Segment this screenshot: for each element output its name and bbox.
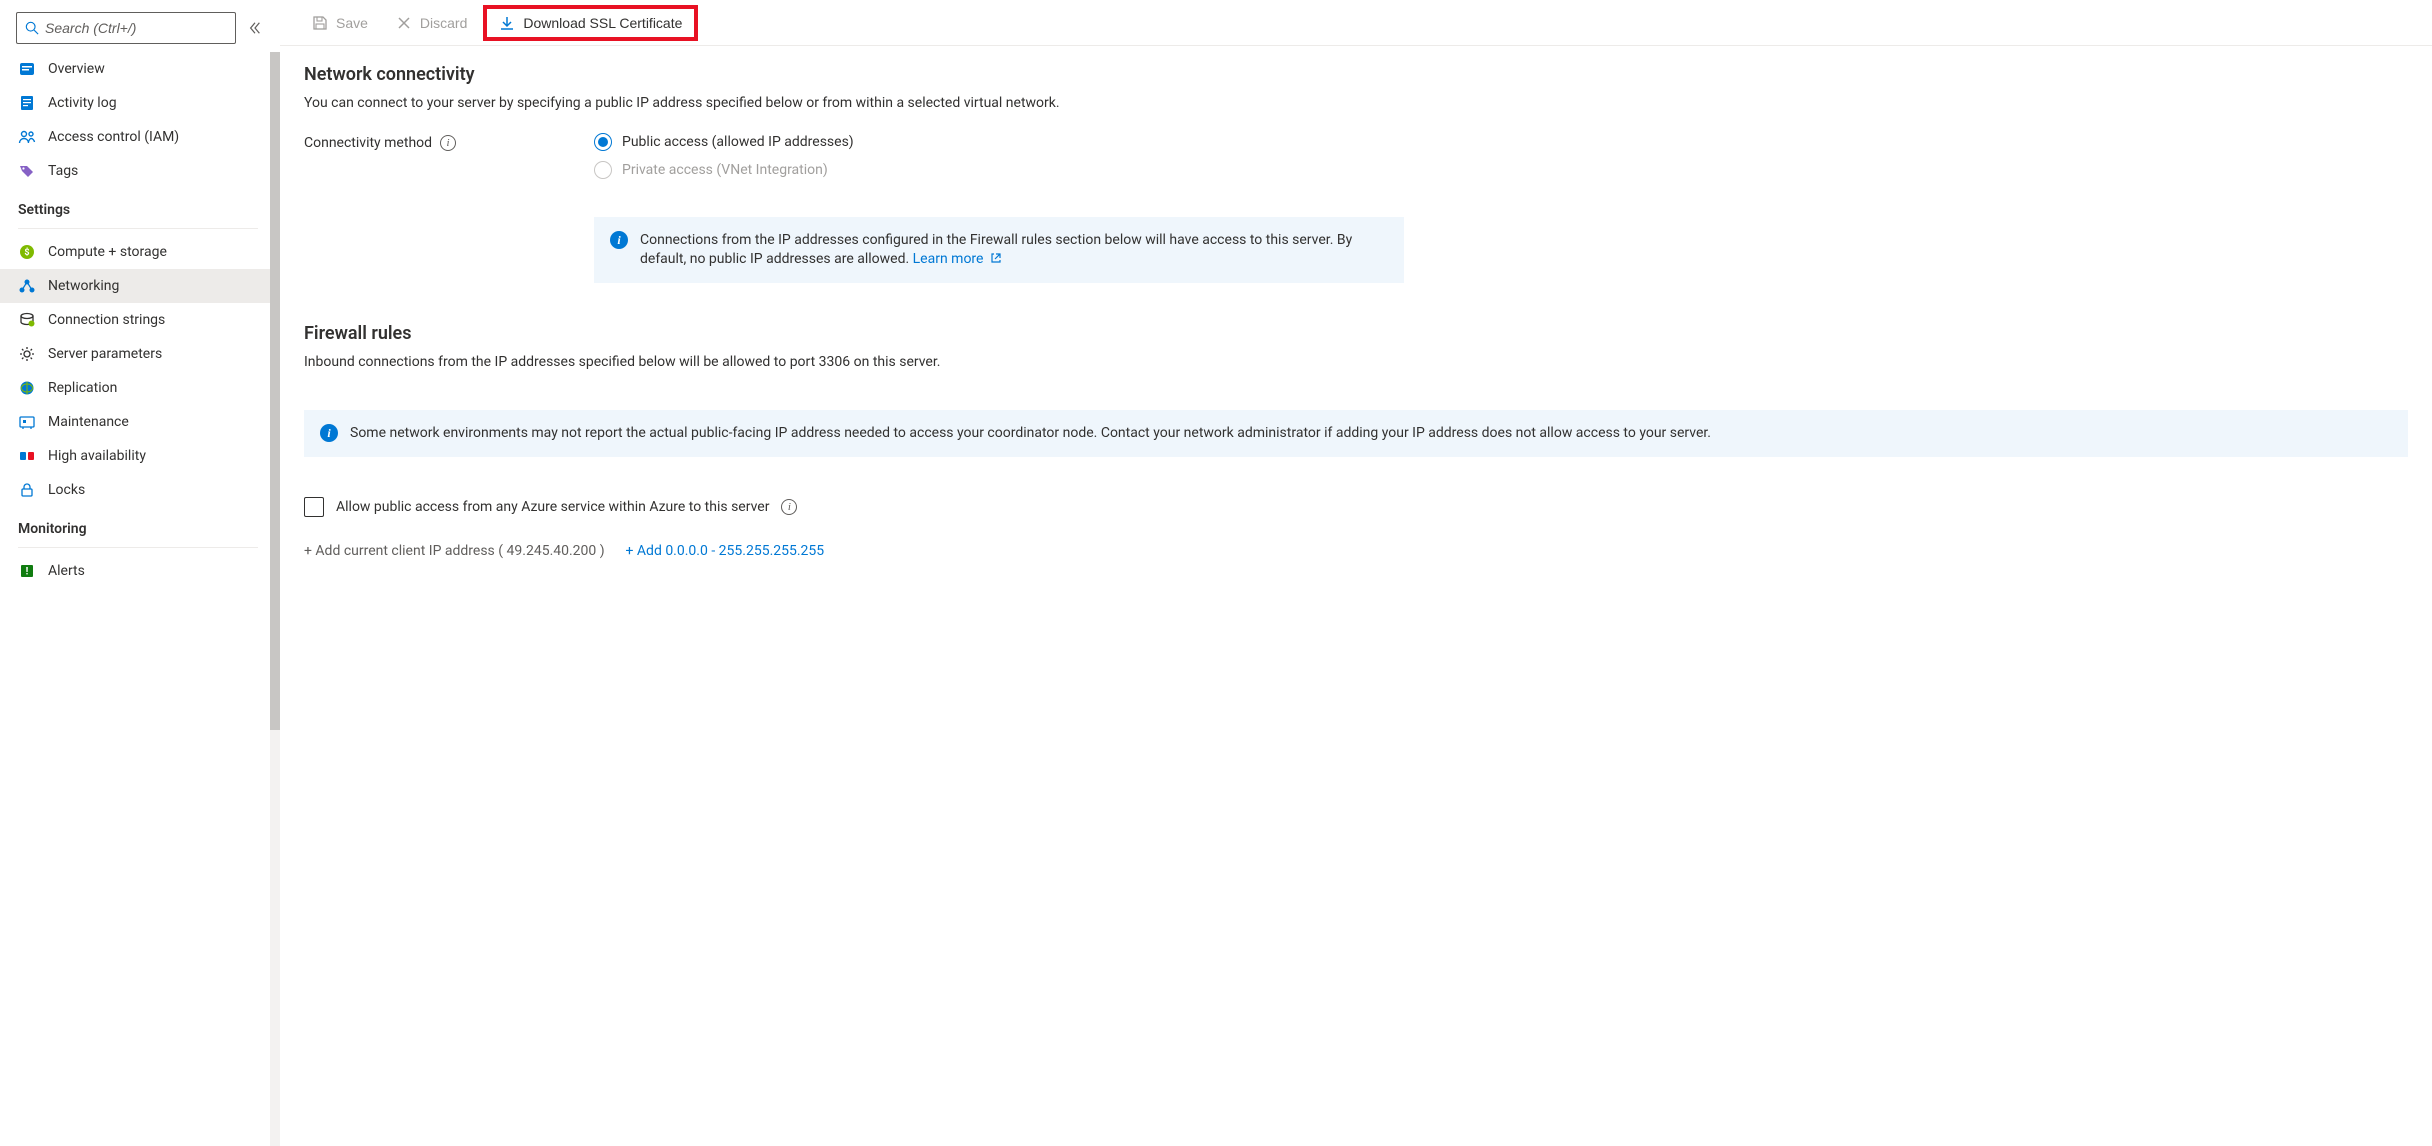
search-input[interactable]: [45, 20, 227, 36]
locks-icon: [18, 481, 36, 499]
add-firewall-rules-row: + Add current client IP address ( 49.245…: [304, 543, 2408, 559]
replication-icon: [18, 379, 36, 397]
server-parameters-icon: [18, 345, 36, 363]
info-callout-firewall-access: i Connections from the IP addresses conf…: [594, 217, 1404, 283]
discard-button[interactable]: Discard: [384, 9, 479, 37]
save-icon: [312, 15, 328, 31]
svg-text:!: !: [26, 567, 29, 578]
info-callout-network-env: i Some network environments may not repo…: [304, 410, 2408, 457]
sidebar-item-label: Connection strings: [48, 312, 165, 328]
allow-azure-label: Allow public access from any Azure servi…: [336, 499, 769, 515]
sidebar-item-maintenance[interactable]: Maintenance: [0, 405, 276, 439]
sidebar-item-label: Replication: [48, 380, 117, 396]
sidebar-item-label: Activity log: [48, 95, 117, 111]
sidebar-item-replication[interactable]: Replication: [0, 371, 276, 405]
sidebar-item-label: Overview: [48, 61, 105, 77]
connectivity-method-row: Connectivity method i Public access (all…: [304, 133, 2408, 189]
radio-public-label: Public access (allowed IP addresses): [622, 134, 854, 150]
external-link-icon: [990, 252, 1002, 264]
search-icon: [25, 21, 39, 35]
toolbar: Save Discard Download SSL Certificate: [280, 0, 2432, 46]
scrollbar-thumb[interactable]: [270, 52, 280, 730]
settings-section-header: Settings: [0, 188, 276, 224]
add-client-ip-text: + Add current client IP address: [304, 543, 495, 559]
allow-azure-services-row: Allow public access from any Azure servi…: [304, 497, 2408, 517]
section-divider: [18, 228, 258, 229]
maintenance-icon: [18, 413, 36, 431]
radio-button-icon: [594, 161, 612, 179]
sidebar-item-tags[interactable]: Tags: [0, 154, 276, 188]
learn-more-link[interactable]: Learn more: [913, 251, 1002, 267]
networking-icon: [18, 277, 36, 295]
sidebar-item-alerts[interactable]: ! Alerts: [0, 554, 276, 588]
sidebar-item-activity-log[interactable]: Activity log: [0, 86, 276, 120]
sidebar-item-label: Access control (IAM): [48, 129, 179, 145]
add-client-ip-link[interactable]: + Add current client IP address ( 49.245…: [304, 543, 608, 559]
sidebar-item-label: Alerts: [48, 563, 85, 579]
svg-text:$: $: [24, 247, 29, 258]
allow-azure-checkbox[interactable]: [304, 497, 324, 517]
network-connectivity-body: You can connect to your server by specif…: [304, 95, 2408, 111]
firewall-rules-body: Inbound connections from the IP addresse…: [304, 354, 2408, 370]
activity-log-icon: [18, 94, 36, 112]
discard-icon: [396, 15, 412, 31]
download-icon: [499, 15, 515, 31]
sidebar-search-row: [0, 0, 280, 52]
network-connectivity-heading: Network connectivity: [304, 64, 2408, 85]
download-ssl-button[interactable]: Download SSL Certificate: [487, 9, 694, 37]
sidebar-scrollbar[interactable]: [270, 52, 280, 1146]
info-icon: i: [610, 231, 628, 249]
sidebar-item-label: Compute + storage: [48, 244, 167, 260]
compute-storage-icon: $: [18, 243, 36, 261]
search-box[interactable]: [16, 12, 236, 44]
sidebar-item-label: Server parameters: [48, 346, 162, 362]
sidebar-item-overview[interactable]: Overview: [0, 52, 276, 86]
info-callout-text: Some network environments may not report…: [350, 424, 1711, 443]
content-body: Network connectivity You can connect to …: [280, 46, 2432, 1146]
collapse-sidebar-button[interactable]: [244, 17, 266, 39]
learn-more-label: Learn more: [913, 251, 984, 267]
save-label: Save: [336, 15, 368, 31]
connectivity-method-text: Connectivity method: [304, 135, 432, 151]
radio-public-access[interactable]: Public access (allowed IP addresses): [594, 133, 2408, 151]
alerts-icon: !: [18, 562, 36, 580]
sidebar-item-locks[interactable]: Locks: [0, 473, 276, 507]
access-control-icon: [18, 128, 36, 146]
connection-strings-icon: [18, 311, 36, 329]
sidebar-item-access-control[interactable]: Access control (IAM): [0, 120, 276, 154]
section-divider: [18, 547, 258, 548]
high-availability-icon: [18, 447, 36, 465]
sidebar-item-label: Tags: [48, 163, 78, 179]
sidebar-item-label: Networking: [48, 278, 119, 294]
sidebar-item-server-parameters[interactable]: Server parameters: [0, 337, 276, 371]
radio-private-access: Private access (VNet Integration): [594, 161, 2408, 179]
main-content: Save Discard Download SSL Certificate Ne…: [280, 0, 2432, 1146]
save-button[interactable]: Save: [300, 9, 380, 37]
client-ip-value: ( 49.245.40.200 ): [498, 543, 604, 559]
sidebar-item-label: Locks: [48, 482, 85, 498]
firewall-rules-heading: Firewall rules: [304, 323, 2408, 344]
sidebar-scroll: Overview Activity log Access control (IA…: [0, 52, 280, 1146]
info-icon[interactable]: i: [781, 499, 797, 515]
download-ssl-label: Download SSL Certificate: [523, 15, 682, 31]
discard-label: Discard: [420, 15, 467, 31]
radio-private-label: Private access (VNet Integration): [622, 162, 828, 178]
overview-icon: [18, 60, 36, 78]
connectivity-method-label: Connectivity method i: [304, 133, 594, 151]
radio-button-icon: [594, 133, 612, 151]
sidebar-item-label: Maintenance: [48, 414, 129, 430]
sidebar-item-label: High availability: [48, 448, 146, 464]
sidebar: Overview Activity log Access control (IA…: [0, 0, 280, 1146]
info-icon: i: [320, 424, 338, 442]
sidebar-item-connection-strings[interactable]: Connection strings: [0, 303, 276, 337]
sidebar-item-compute-storage[interactable]: $ Compute + storage: [0, 235, 276, 269]
sidebar-item-high-availability[interactable]: High availability: [0, 439, 276, 473]
info-icon[interactable]: i: [440, 135, 456, 151]
tags-icon: [18, 162, 36, 180]
add-full-range-link[interactable]: + Add 0.0.0.0 - 255.255.255.255: [626, 543, 825, 559]
monitoring-section-header: Monitoring: [0, 507, 276, 543]
highlight-box: Download SSL Certificate: [483, 5, 698, 41]
sidebar-item-networking[interactable]: Networking: [0, 269, 276, 303]
